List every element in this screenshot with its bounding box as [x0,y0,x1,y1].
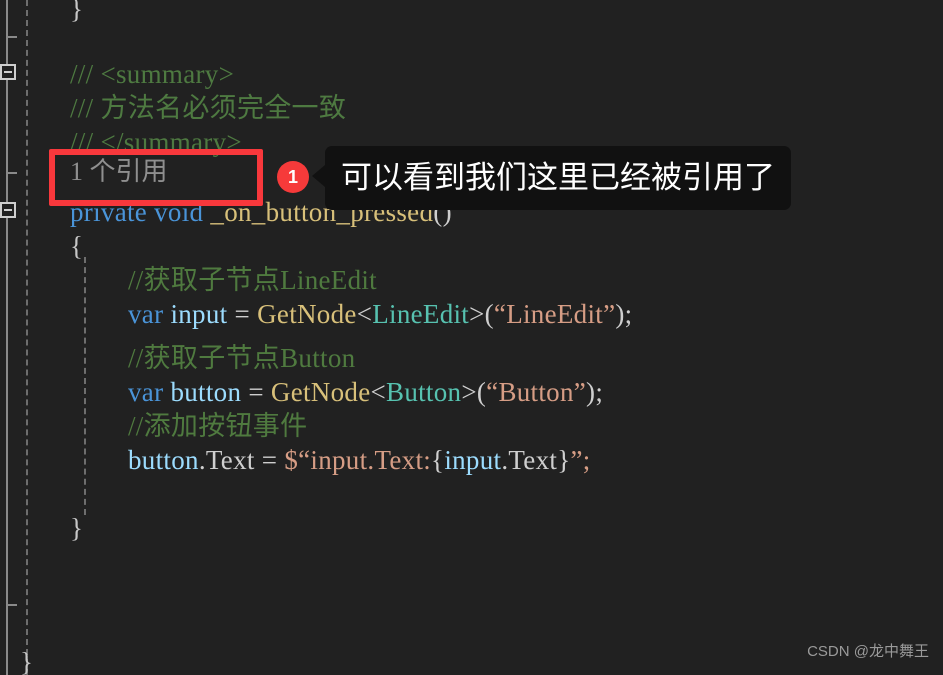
code-token: //添加按钮事件 [128,411,308,441]
code-token: GetNode [270,377,371,407]
code-token: } [70,0,84,24]
code-token: //获取子节点LineEdit [128,265,377,295]
code-token: var [128,299,164,329]
code-token: /// <summary> [70,59,235,89]
code-token: input [170,299,228,329]
annotation-badge-1: 1 [277,161,309,193]
code-token: var [128,377,164,407]
code-token: } [557,445,571,475]
code-line[interactable]: } [70,0,83,26]
code-token: = [241,377,271,407]
code-line[interactable]: } [70,511,83,545]
code-token: < [370,377,387,407]
code-token: LineEdit [372,299,470,329]
code-token: button [128,445,199,475]
code-token: = [227,299,258,329]
code-line[interactable]: { [70,229,83,263]
code-line[interactable]: /// <summary> [70,57,234,91]
code-line[interactable]: //添加按钮事件 [128,409,307,443]
code-surface[interactable]: }/// <summary>/// 方法名必须完全一致/// </summary… [0,0,943,675]
code-token: GetNode [257,299,357,329]
code-token: $“input.Text: [284,445,432,475]
code-line[interactable]: //获取子节点Button [128,341,355,375]
code-token: ”; [570,445,591,475]
code-token: button [170,377,242,407]
callout-tail-icon [312,165,325,187]
code-editor-screenshot: }/// <summary>/// 方法名必须完全一致/// </summary… [0,0,943,675]
code-line[interactable]: var input = GetNode<LineEdit>(“LineEdit”… [128,297,632,331]
code-token: “Button” [486,377,587,407]
code-token: Text [205,445,255,475]
code-token: >( [469,299,494,329]
code-token: { [70,231,84,261]
code-line-trailing-brace: } [20,647,34,675]
code-token: ); [615,299,633,329]
watermark: CSDN @龙中舞王 [807,643,929,660]
annotation-callout: 可以看到我们这里已经被引用了 [325,146,791,210]
code-token: < [356,299,373,329]
code-line[interactable]: //获取子节点LineEdit [128,263,377,297]
code-token: { [431,445,445,475]
annotation-red-box [49,149,263,206]
code-token: //获取子节点Button [128,343,356,373]
code-token: } [70,513,84,543]
code-line[interactable]: /// 方法名必须完全一致 [70,91,346,125]
code-token: /// 方法名必须完全一致 [70,93,347,123]
code-token: “LineEdit” [493,299,616,329]
code-token: ); [586,377,604,407]
code-line[interactable]: button.Text = $“input.Text:{input.Text}”… [128,443,591,477]
code-token: = [254,445,285,475]
code-line[interactable]: var button = GetNode<Button>(“Button”); [128,375,603,409]
code-token: input [444,445,502,475]
code-token: Button [386,377,462,407]
code-token: >( [461,377,487,407]
code-token: . [198,445,206,475]
code-token: Text [508,445,558,475]
